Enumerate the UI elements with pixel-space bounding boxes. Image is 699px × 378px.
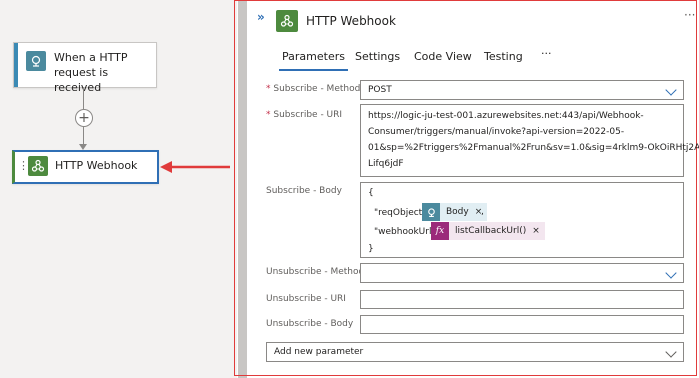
subscribe-body-label: Subscribe - Body bbox=[266, 186, 342, 196]
expand-panel-icon[interactable]: » bbox=[257, 10, 265, 24]
http-request-icon bbox=[26, 51, 46, 71]
subscribe-method-label: * Subscribe - Method bbox=[266, 84, 360, 94]
plus-icon[interactable]: + bbox=[75, 109, 93, 127]
connector-line-top bbox=[83, 87, 84, 109]
tab-settings[interactable]: Settings bbox=[355, 50, 400, 63]
chevron-down-icon bbox=[665, 267, 677, 279]
webhook-icon bbox=[276, 10, 298, 32]
tab-code-view[interactable]: Code View bbox=[414, 50, 472, 63]
subscribe-body-field[interactable]: { "reqObject": Body × , "webhookUrl": fx… bbox=[360, 182, 684, 258]
required-mark: * bbox=[266, 110, 271, 120]
unsubscribe-method-label: Unsubscribe - Method bbox=[266, 267, 365, 277]
subscribe-method-value: POST bbox=[368, 85, 392, 95]
body-close-brace: } bbox=[368, 244, 374, 254]
add-new-parameter-dropdown[interactable]: Add new parameter bbox=[266, 342, 684, 362]
subscribe-uri-line: 01&sp=%2Ftriggers%2Fmanual%2Frun&sv=1.0&… bbox=[368, 143, 699, 153]
http-webhook-title: HTTP Webhook bbox=[55, 159, 138, 172]
trigger-title: When a HTTP request is received bbox=[54, 51, 128, 94]
required-mark: * bbox=[266, 84, 271, 94]
subscribe-uri-label: * Subscribe - URI bbox=[266, 110, 342, 120]
tab-more[interactable]: ··· bbox=[541, 47, 552, 60]
panel-title: HTTP Webhook bbox=[306, 14, 396, 28]
token-body[interactable]: Body × bbox=[422, 203, 488, 221]
body-comma: , bbox=[481, 207, 484, 217]
token-listcallbackurl-close-icon[interactable]: × bbox=[532, 226, 545, 236]
unsubscribe-method-select[interactable] bbox=[360, 263, 684, 283]
panel-more-icon[interactable]: ··· bbox=[684, 8, 695, 22]
tab-parameters[interactable]: Parameters bbox=[279, 50, 348, 71]
body-open-brace: { bbox=[368, 188, 374, 198]
body-key-webhookurl: "webhookUrl": bbox=[374, 227, 439, 237]
add-new-parameter-label: Add new parameter bbox=[274, 347, 364, 357]
chevron-down-icon bbox=[665, 84, 677, 96]
webhook-icon bbox=[28, 156, 48, 176]
subscribe-uri-line: Consumer/triggers/manual/invoke?api-vers… bbox=[368, 127, 625, 137]
subscribe-uri-label-text: Subscribe - URI bbox=[273, 110, 343, 120]
unsubscribe-uri-label: Unsubscribe - URI bbox=[266, 294, 346, 304]
trigger-card[interactable]: When a HTTP request is received bbox=[13, 42, 157, 94]
trigger-accent bbox=[14, 43, 18, 87]
unsubscribe-uri-field[interactable] bbox=[360, 290, 684, 309]
subscribe-uri-line: https://logic-ju-test-001.azurewebsites.… bbox=[368, 111, 644, 121]
subscribe-uri-field[interactable]: https://logic-ju-test-001.azurewebsites.… bbox=[360, 104, 699, 177]
unsubscribe-body-field[interactable] bbox=[360, 315, 684, 334]
token-listcallbackurl-label: listCallbackUrl() bbox=[455, 226, 527, 236]
unsubscribe-body-label: Unsubscribe - Body bbox=[266, 319, 354, 329]
function-icon: fx bbox=[431, 222, 449, 240]
tab-testing[interactable]: Testing bbox=[484, 50, 523, 63]
subscribe-method-label-text: Subscribe - Method bbox=[273, 84, 361, 94]
http-webhook-card[interactable]: ⋮ HTTP Webhook bbox=[12, 150, 159, 184]
token-listcallbackurl[interactable]: fx listCallbackUrl() × bbox=[431, 222, 545, 240]
http-request-icon bbox=[422, 203, 440, 221]
token-body-label: Body bbox=[446, 207, 469, 217]
subscribe-uri-line: Lifq6jdF bbox=[368, 159, 404, 169]
highlight-arrow-icon bbox=[160, 161, 230, 173]
connector-line-bottom bbox=[83, 126, 84, 144]
chevron-down-icon bbox=[665, 346, 677, 358]
subscribe-method-select[interactable]: POST bbox=[360, 80, 684, 100]
